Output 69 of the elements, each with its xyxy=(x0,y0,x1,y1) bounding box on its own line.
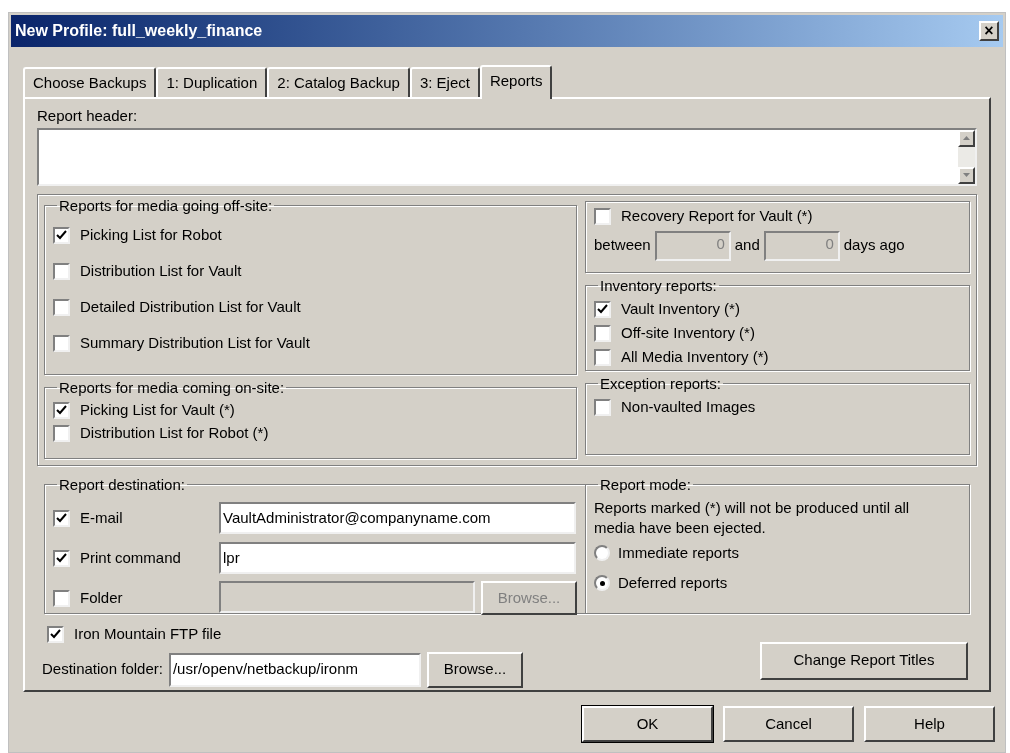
radio-label: Deferred reports xyxy=(618,572,728,593)
change-report-titles-button[interactable]: Change Report Titles xyxy=(760,641,968,680)
field-label: Report header: xyxy=(37,106,139,126)
checkbox[interactable] xyxy=(594,324,611,342)
group-title: Reports for media going off-site: xyxy=(58,195,274,216)
checkbox[interactable] xyxy=(53,334,70,352)
scroll-down-icon[interactable] xyxy=(958,166,975,184)
check-icon xyxy=(597,303,608,315)
field-label: Destination folder: xyxy=(42,659,163,680)
report-mode-note: Reports marked (*) will not be produced until all media have been ejected. xyxy=(594,498,911,538)
checkbox[interactable] xyxy=(47,626,64,643)
check-icon xyxy=(50,629,61,640)
group-title: Exception reports: xyxy=(599,373,722,394)
text-field[interactable]: lpr xyxy=(219,542,576,574)
checkbox-label: Non-vaulted Images xyxy=(621,396,756,417)
scroll-up-icon[interactable] xyxy=(958,129,975,147)
radio-button[interactable] xyxy=(594,545,610,561)
checkbox-label: Off-site Inventory (*) xyxy=(621,322,755,343)
check-icon xyxy=(56,229,67,241)
group-title: Reports for media coming on-site: xyxy=(58,377,286,398)
and-label: and xyxy=(734,235,760,256)
checkbox[interactable] xyxy=(53,226,70,244)
radio-label: Immediate reports xyxy=(618,542,739,563)
window-title: New Profile: full_weekly_finance xyxy=(15,21,263,41)
dialog-button[interactable]: Cancel xyxy=(723,706,854,742)
dialog-button[interactable]: Help xyxy=(864,706,995,742)
tab[interactable]: Reports xyxy=(479,65,553,99)
checkbox-label: Distribution List for Robot (*) xyxy=(80,423,269,444)
destination-folder-field[interactable]: /usr/openv/netbackup/ironm xyxy=(168,652,421,687)
checkbox-label: Print command xyxy=(80,547,181,568)
browse-button[interactable]: Browse... xyxy=(426,651,523,688)
checkbox-label: Picking List for Robot xyxy=(80,224,222,245)
dialog-button[interactable]: OK xyxy=(582,706,713,742)
checkbox-label: Vault Inventory (*) xyxy=(621,298,740,319)
days-ago-label: days ago xyxy=(843,235,905,256)
tab[interactable]: 3: Eject xyxy=(409,67,480,97)
checkbox[interactable] xyxy=(53,402,70,419)
checkbox[interactable] xyxy=(53,298,70,316)
checkbox-label: All Media Inventory (*) xyxy=(621,346,769,367)
group-title: Report mode: xyxy=(599,474,692,495)
checkbox[interactable] xyxy=(594,398,611,416)
report-header-field[interactable] xyxy=(37,127,977,186)
checkbox-label: Summary Distribution List for Vault xyxy=(80,332,310,353)
checkbox[interactable] xyxy=(53,262,70,280)
checkbox[interactable] xyxy=(53,549,70,567)
check-icon xyxy=(56,512,67,524)
checkbox-label: Detailed Distribution List for Vault xyxy=(80,296,301,317)
checkbox-label: Folder xyxy=(80,587,123,608)
scrollbar[interactable] xyxy=(958,129,975,184)
tab[interactable]: Choose Backups xyxy=(23,67,157,97)
checkbox-label: E-mail xyxy=(80,507,123,528)
checkbox-label: Recovery Report for Vault (*) xyxy=(621,206,813,227)
checkbox-label: Picking List for Vault (*) xyxy=(80,400,235,421)
checkbox-label: Iron Mountain FTP file xyxy=(74,624,222,645)
tab[interactable]: 1: Duplication xyxy=(156,67,268,97)
close-button[interactable]: × xyxy=(979,21,999,41)
between-label: between xyxy=(594,235,651,256)
text-field[interactable]: VaultAdministrator@companyname.com xyxy=(219,502,576,534)
checkbox[interactable] xyxy=(594,348,611,366)
checkbox[interactable] xyxy=(53,425,70,442)
checkbox-label: Distribution List for Vault xyxy=(80,260,242,281)
group-title: Report destination: xyxy=(58,474,186,495)
check-icon xyxy=(56,552,67,564)
tab[interactable]: 2: Catalog Backup xyxy=(267,67,410,97)
check-icon xyxy=(56,405,67,416)
group-title: Inventory reports: xyxy=(599,275,718,296)
checkbox[interactable] xyxy=(594,300,611,318)
radio-button[interactable] xyxy=(594,575,610,591)
checkbox[interactable] xyxy=(53,509,70,527)
